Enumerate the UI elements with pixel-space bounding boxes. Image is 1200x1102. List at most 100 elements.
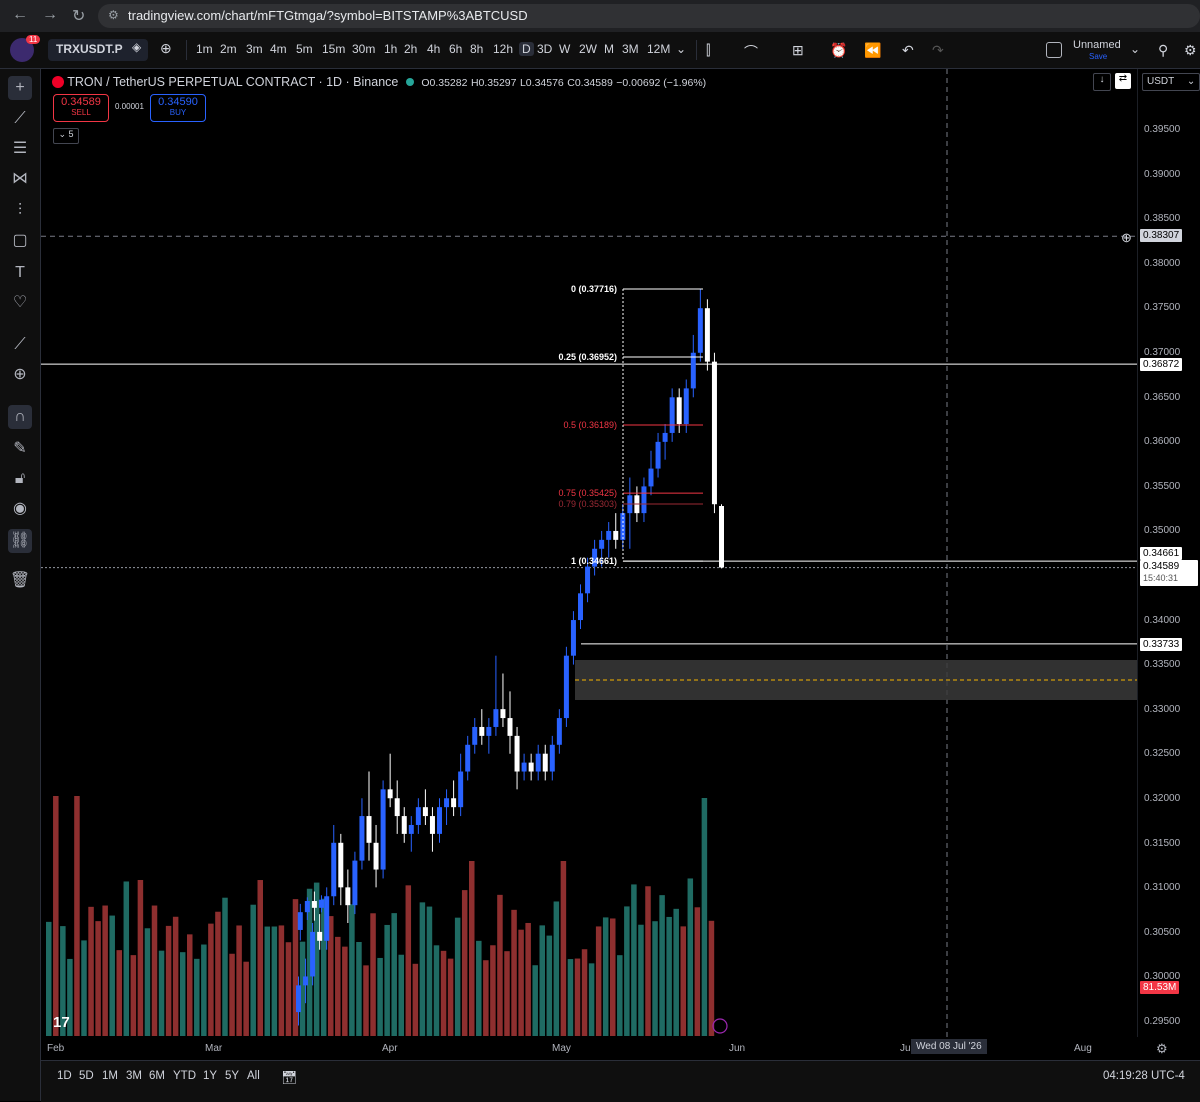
interval-3d[interactable]: 3D xyxy=(537,42,552,56)
interval-d[interactable]: D xyxy=(519,42,534,56)
sell-button[interactable]: 0.34589 SELL xyxy=(53,94,109,122)
candle-body xyxy=(697,308,703,353)
interval-2w[interactable]: 2W xyxy=(579,42,597,56)
chart-pane[interactable]: 0 (0.37716) 0.25 (0.36952) 0.5 (0.36189) 0.… xyxy=(41,69,1137,1037)
range-all[interactable]: All xyxy=(247,1070,260,1082)
interval-12h[interactable]: 12h xyxy=(493,42,513,56)
alert-icon[interactable]: ⏰ xyxy=(830,42,847,59)
interval-1m[interactable]: 1m xyxy=(196,42,213,56)
reload-icon[interactable]: ↻ xyxy=(72,6,85,26)
candle-type-icon[interactable]: ⫿ xyxy=(706,42,710,59)
candle-body xyxy=(310,931,316,977)
symbol-label[interactable]: TRXUSDT.P xyxy=(56,42,123,56)
shapes-icon[interactable]: ▢ xyxy=(8,229,32,253)
legend-close: C0.34589 xyxy=(567,77,613,89)
interval-m[interactable]: M xyxy=(604,42,614,56)
indicators-toggle[interactable]: ⌄ 5 xyxy=(53,128,79,144)
forward-icon[interactable]: → xyxy=(42,6,58,24)
volume-bar xyxy=(137,879,144,1036)
fib-tool-icon[interactable]: ☰ xyxy=(8,137,32,161)
layout-icon[interactable]: ⊞ xyxy=(792,42,804,59)
time-label-may: May xyxy=(552,1043,571,1054)
candle-body xyxy=(521,762,527,772)
interval-12m[interactable]: 12M xyxy=(647,42,670,56)
range-1y[interactable]: 1Y xyxy=(203,1070,217,1082)
ruler-icon[interactable]: ⟋ xyxy=(8,333,32,357)
range-ytd[interactable]: YTD xyxy=(173,1070,196,1082)
layout-name[interactable]: Unnamed xyxy=(1073,39,1121,51)
indicators-icon[interactable]: ⌒ xyxy=(744,42,758,62)
volume-bar xyxy=(370,913,376,1036)
trash-icon[interactable]: 🗑︎ xyxy=(8,569,32,593)
interval-2h[interactable]: 2h xyxy=(404,42,417,56)
chart-svg[interactable]: 0 (0.37716) 0.25 (0.36952) 0.5 (0.36189) 0.… xyxy=(41,69,1137,1037)
pattern-icon[interactable]: ⋈ xyxy=(8,167,32,191)
scroll-down-icon[interactable]: ↓ xyxy=(1093,73,1111,91)
replay-icon[interactable]: ⏪ xyxy=(864,42,881,59)
layout-checkbox[interactable] xyxy=(1046,42,1062,58)
range-5y[interactable]: 5Y xyxy=(225,1070,239,1082)
candle-body xyxy=(704,308,710,362)
interval-2m[interactable]: 2m xyxy=(220,42,237,56)
interval-1h[interactable]: 1h xyxy=(384,42,397,56)
interval-6h[interactable]: 6h xyxy=(449,42,462,56)
range-1m[interactable]: 1M xyxy=(102,1070,118,1082)
auto-scale-icon[interactable]: ⇄ xyxy=(1115,73,1131,89)
interval-8h[interactable]: 8h xyxy=(470,42,483,56)
buy-button[interactable]: 0.34590 BUY xyxy=(150,94,206,122)
clock-label[interactable]: 04:19:28 UTC-4 xyxy=(1103,1070,1185,1082)
interval-3m[interactable]: 3M xyxy=(622,42,639,56)
candle-body xyxy=(655,441,661,469)
zoom-icon[interactable]: ⊕ xyxy=(8,363,32,387)
text-icon[interactable]: T xyxy=(8,261,32,285)
goto-date-icon[interactable]: 📅︎ xyxy=(281,1070,298,1086)
url-text[interactable]: tradingview.com/chart/mFTGtmga/?symbol=B… xyxy=(128,8,528,23)
price-axis[interactable]: USDT ⌄ 0.39500 0.39000 0.38500 0.38000 0.375… xyxy=(1137,69,1200,1037)
currency-selector[interactable]: USDT ⌄ xyxy=(1142,73,1200,91)
interval-w[interactable]: W xyxy=(559,42,570,56)
fib-level-label: 0.5 (0.36189) xyxy=(563,420,617,430)
eye-icon[interactable]: ◉ xyxy=(8,497,32,521)
range-1d[interactable]: 1D xyxy=(57,1070,72,1082)
add-alert-icon[interactable]: ⊕ xyxy=(1121,230,1132,246)
interval-4m[interactable]: 4m xyxy=(270,42,287,56)
volume-bar xyxy=(74,796,80,1036)
last-price-box: 0.34589 15:40:31 xyxy=(1140,560,1198,586)
volume-bar xyxy=(292,899,299,1036)
watch-icon[interactable]: ◈ xyxy=(132,40,141,54)
layout-dropdown-icon[interactable]: ⌄ xyxy=(1130,42,1140,56)
crosshair-icon[interactable]: + xyxy=(8,76,32,100)
price-tick: 0.33500 xyxy=(1144,659,1181,671)
favorites-icon[interactable]: ♡ xyxy=(8,291,32,315)
forecast-icon[interactable]: ⫶ xyxy=(8,199,32,223)
range-6m[interactable]: 6M xyxy=(149,1070,165,1082)
lock-icon[interactable]: 🔓︎ xyxy=(8,467,32,491)
site-settings-icon[interactable]: ⚙ xyxy=(108,8,119,22)
interval-4h[interactable]: 4h xyxy=(427,42,440,56)
magnet-icon[interactable]: ∩ xyxy=(8,405,32,429)
undo-icon[interactable]: ↶ xyxy=(902,42,914,59)
range-5d[interactable]: 5D xyxy=(79,1070,94,1082)
redo-icon[interactable]: ↷ xyxy=(932,42,944,59)
link-icon[interactable]: ⛓︎ xyxy=(8,529,32,553)
back-icon[interactable]: ← xyxy=(12,6,28,24)
volume-bar xyxy=(342,946,348,1036)
candle-body xyxy=(297,912,303,930)
interval-5m[interactable]: 5m xyxy=(296,42,313,56)
legend-low: L0.34576 xyxy=(519,77,564,89)
interval-30m[interactable]: 30m xyxy=(352,42,375,56)
interval-dropdown-icon[interactable]: ⌄ xyxy=(676,42,686,56)
trendline-icon[interactable]: ⟋ xyxy=(8,107,32,131)
chart-settings-icon[interactable]: ⚙ xyxy=(1156,1041,1168,1057)
settings-icon[interactable]: ⚙ xyxy=(1184,42,1197,59)
candle-body xyxy=(493,709,499,727)
compare-add-icon[interactable]: ⊕ xyxy=(160,40,172,57)
stay-drawing-icon[interactable]: ✎ xyxy=(8,437,32,461)
range-3m[interactable]: 3M xyxy=(126,1070,142,1082)
volume-bar xyxy=(708,920,715,1036)
legend-title[interactable]: TRON / TetherUS PERPETUAL CONTRACT · 1D … xyxy=(67,75,398,89)
interval-15m[interactable]: 15m xyxy=(322,42,345,56)
quick-search-icon[interactable]: ⚲ xyxy=(1158,42,1168,59)
interval-3m[interactable]: 3m xyxy=(246,42,263,56)
save-label[interactable]: Save xyxy=(1089,52,1107,61)
